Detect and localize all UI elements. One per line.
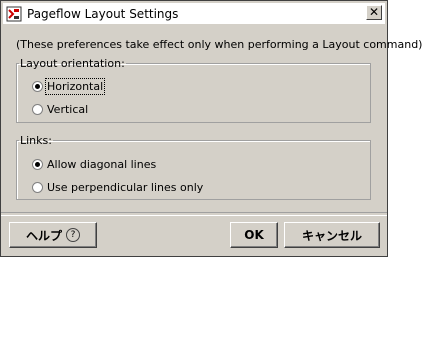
dialog-window: Pageflow Layout Settings ✕ (These prefer…: [0, 0, 422, 257]
help-button[interactable]: ヘルプ ?: [9, 222, 97, 248]
radio-perpendicular-label: Use perpendicular lines only: [47, 181, 204, 194]
help-icon: ?: [66, 228, 80, 242]
radio-diagonal-label: Allow diagonal lines: [47, 158, 157, 171]
footer-separator: [1, 212, 387, 216]
window-title: Pageflow Layout Settings: [27, 6, 179, 21]
close-icon: ✕: [368, 5, 380, 19]
radio-indicator[interactable]: [32, 104, 43, 115]
radio-perpendicular[interactable]: Use perpendicular lines only: [32, 181, 203, 194]
app-icon: [6, 6, 22, 22]
close-button[interactable]: ✕: [366, 5, 382, 20]
orientation-legend: Layout orientation:: [20, 57, 125, 70]
radio-vertical[interactable]: Vertical: [32, 103, 88, 116]
ok-button[interactable]: OK: [230, 222, 278, 248]
title-bar[interactable]: Pageflow Layout Settings ✕: [3, 3, 385, 24]
radio-indicator[interactable]: [32, 81, 43, 92]
radio-diagonal[interactable]: Allow diagonal lines: [32, 158, 156, 171]
radio-indicator[interactable]: [32, 159, 43, 170]
help-button-label: ヘルプ: [25, 228, 62, 243]
cancel-button-label: キャンセル: [301, 228, 362, 243]
ok-button-label: OK: [244, 228, 264, 242]
radio-horizontal-label: Horizontal: [44, 78, 106, 95]
radio-indicator[interactable]: [32, 182, 43, 193]
links-legend: Links:: [20, 134, 52, 147]
radio-vertical-label: Vertical: [47, 103, 89, 116]
cancel-button[interactable]: キャンセル: [284, 222, 380, 248]
radio-horizontal[interactable]: Horizontal: [32, 78, 106, 95]
info-note: (These preferences take effect only when…: [16, 38, 423, 51]
